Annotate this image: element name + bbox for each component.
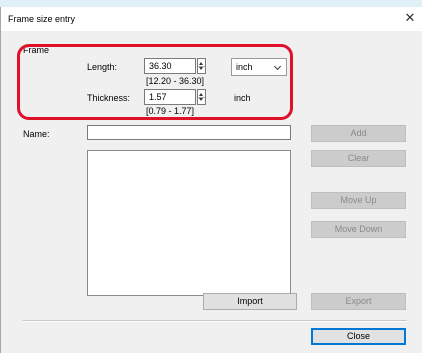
close-button[interactable]: Close [311, 328, 406, 345]
move-down-button[interactable]: Move Down [311, 221, 406, 238]
import-button[interactable]: Import [203, 293, 297, 310]
window-title: Frame size entry [8, 14, 76, 24]
export-button[interactable]: Export [311, 293, 406, 310]
title-bar: Frame size entry ✕ [1, 7, 422, 31]
frame-size-dialog: Frame size entry ✕ Frame Length: 36.30 [… [0, 7, 422, 353]
name-input[interactable] [87, 125, 291, 140]
frame-list[interactable] [87, 150, 291, 296]
name-label: Name: [23, 129, 50, 139]
divider [23, 320, 407, 322]
move-up-button[interactable]: Move Up [311, 192, 406, 209]
close-icon[interactable]: ✕ [403, 11, 417, 25]
add-button[interactable]: Add [311, 125, 406, 142]
highlight-box [17, 44, 293, 120]
clear-button[interactable]: Clear [311, 150, 406, 167]
